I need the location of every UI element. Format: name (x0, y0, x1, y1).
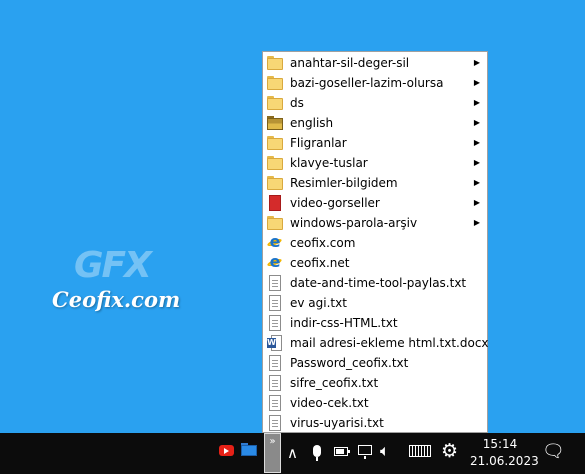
menu-item[interactable]: indir-css-HTML.txt (264, 313, 486, 333)
submenu-arrow-icon: ▶ (473, 158, 480, 167)
volume-icon[interactable]: 🔈︎ (380, 441, 390, 461)
menu-item-label: ceofix.net (290, 256, 350, 270)
keyboard-icon[interactable] (409, 445, 431, 457)
txt-icon (267, 415, 283, 431)
menu-item[interactable]: windows-parola-arşiv ▶ (264, 213, 486, 233)
submenu-arrow-icon: ▶ (473, 98, 480, 107)
menu-item-label: video-gorseller (290, 196, 380, 210)
menu-item-label: indir-css-HTML.txt (290, 316, 398, 330)
submenu-arrow-icon: ▶ (473, 218, 480, 227)
menu-item-label: ceofix.com (290, 236, 356, 250)
folder-icon (267, 215, 283, 231)
watermark-site: Ceofix.com (52, 287, 181, 312)
ie-icon (267, 232, 283, 251)
video-folder-icon (267, 195, 283, 211)
txt-icon (267, 375, 283, 391)
menu-item-label: Password_ceofix.txt (290, 356, 409, 370)
taskbar: » ∧ 🔈︎ ⚙ 15:14 21.06.2023 🗨 (0, 433, 585, 474)
menu-item-label: windows-parola-arşiv (290, 216, 418, 230)
submenu-arrow-icon: ▶ (473, 78, 480, 87)
menu-item[interactable]: ev agi.txt (264, 293, 486, 313)
menu-item[interactable]: video-cek.txt (264, 393, 486, 413)
clock-date: 21.06.2023 (470, 454, 539, 468)
menu-item[interactable]: virus-uyarisi.txt (264, 413, 486, 433)
menu-item[interactable]: Password_ceofix.txt (264, 353, 486, 373)
folder-dark-icon (267, 115, 283, 131)
menu-item-label: Fligranlar (290, 136, 347, 150)
network-icon[interactable] (358, 445, 372, 459)
menu-item-label: sifre_ceofix.txt (290, 376, 379, 390)
txt-icon (267, 295, 283, 311)
toolbar-folder-menu: anahtar-sil-deger-sil ▶ bazi-goseller-lazi… (262, 51, 489, 433)
txt-icon (267, 315, 283, 331)
menu-item[interactable]: anahtar-sil-deger-sil ▶ (264, 53, 486, 73)
menu-item-label: ev agi.txt (290, 296, 347, 310)
txt-icon (267, 395, 283, 411)
folder-icon (267, 155, 283, 171)
folder-icon (267, 55, 283, 71)
ie-icon (267, 252, 283, 271)
folder-icon (267, 135, 283, 151)
menu-item-label: ds (290, 96, 304, 110)
menu-item[interactable]: english ▶ (264, 113, 486, 133)
txt-icon (267, 355, 283, 371)
microphone-icon[interactable] (313, 445, 321, 461)
menu-item-label: klavye-tuslar (290, 156, 368, 170)
menu-item-label: english (290, 116, 334, 130)
submenu-arrow-icon: ▶ (473, 118, 480, 127)
word-icon (267, 335, 283, 351)
menu-item[interactable]: ds ▶ (264, 93, 486, 113)
submenu-arrow-icon: ▶ (473, 138, 480, 147)
menu-item-label: virus-uyarisi.txt (290, 416, 384, 430)
menu-item-label: anahtar-sil-deger-sil (290, 56, 410, 70)
notification-icon[interactable]: 🗨 (542, 441, 565, 462)
youtube-icon[interactable] (219, 445, 234, 456)
menu-item[interactable]: video-gorseller ▶ (264, 193, 486, 213)
menu-item[interactable]: klavye-tuslar ▶ (264, 153, 486, 173)
settings-gear-icon[interactable]: ⚙ (441, 440, 458, 462)
clock[interactable]: 15:14 21.06.2023 (470, 436, 539, 470)
folder-icon (267, 95, 283, 111)
ceofix-watermark: GFX Ceofix.com (52, 245, 180, 315)
folder-icon (267, 175, 283, 191)
menu-item-label: mail adresi-ekleme html.txt.docx (290, 336, 489, 350)
submenu-arrow-icon: ▶ (473, 58, 480, 67)
menu-item[interactable]: mail adresi-ekleme html.txt.docx (264, 333, 489, 353)
menu-item[interactable]: Fligranlar ▶ (264, 133, 486, 153)
toolbar-expand-button[interactable]: » (264, 433, 281, 473)
watermark-logo: GFX (74, 245, 152, 286)
menu-item[interactable]: Resimler-bilgidem ▶ (264, 173, 486, 193)
menu-item[interactable]: ceofix.com (264, 232, 486, 253)
menu-item-label: date-and-time-tool-paylas.txt (290, 276, 467, 290)
clock-time: 15:14 (482, 437, 518, 451)
folder-icon (267, 75, 283, 91)
folder-toolbar-icon[interactable] (241, 443, 257, 456)
menu-item[interactable]: ceofix.net (264, 252, 486, 273)
show-hidden-icons-chevron-icon[interactable]: ∧ (287, 444, 298, 462)
battery-icon[interactable] (334, 447, 350, 456)
menu-item[interactable]: sifre_ceofix.txt (264, 373, 486, 393)
menu-item-label: bazi-goseller-lazim-olursa (290, 76, 444, 90)
submenu-arrow-icon: ▶ (473, 198, 480, 207)
txt-icon (267, 275, 283, 291)
toolbar-expand-icon: » (269, 436, 276, 447)
submenu-arrow-icon: ▶ (473, 178, 480, 187)
menu-item-label: Resimler-bilgidem (290, 176, 398, 190)
menu-item[interactable]: bazi-goseller-lazim-olursa ▶ (264, 73, 486, 93)
menu-item[interactable]: date-and-time-tool-paylas.txt (264, 273, 486, 293)
menu-item-label: video-cek.txt (290, 396, 369, 410)
